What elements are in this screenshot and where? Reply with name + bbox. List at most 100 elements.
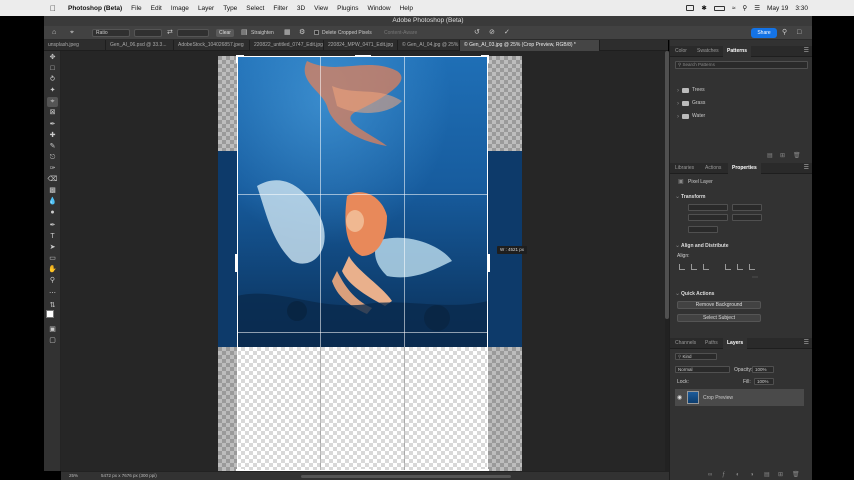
clone-stamp-tool-icon[interactable]: ⎋	[47, 153, 58, 163]
rectangle-tool-icon[interactable]: ▭	[47, 254, 58, 264]
chevron-right-icon[interactable]: ›	[677, 101, 679, 107]
canvas-horizontal-scrollbar[interactable]	[301, 475, 511, 478]
tab-channels[interactable]: Channels	[675, 338, 696, 349]
chevron-down-icon[interactable]: ⌄	[675, 243, 680, 249]
crop-handle-right[interactable]	[488, 254, 490, 272]
transform-angle-field[interactable]	[688, 226, 718, 233]
menu-layer[interactable]: Layer	[198, 5, 214, 12]
reset-icon[interactable]: ↺	[474, 29, 480, 37]
ratio-height-field[interactable]	[177, 29, 209, 37]
swap-icon[interactable]: ⇄	[167, 29, 173, 37]
menubar-date[interactable]: May 19	[767, 5, 788, 12]
delete-cropped-checkbox[interactable]	[314, 30, 319, 35]
tab-properties[interactable]: Properties	[728, 163, 761, 174]
battery-icon[interactable]	[713, 5, 725, 11]
delete-layer-icon[interactable]: 🗑	[792, 472, 800, 478]
content-aware-label[interactable]: Content-Aware	[384, 30, 417, 36]
crop-handle-left[interactable]	[235, 254, 237, 272]
frame-tool-icon[interactable]: ⊠	[47, 108, 58, 118]
tab-patterns[interactable]: Patterns	[723, 46, 752, 57]
pen-tool-icon[interactable]: ✒	[47, 221, 58, 231]
quick-mask-icon[interactable]: ▣	[47, 325, 58, 335]
search-icon[interactable]: ⚲	[782, 29, 787, 37]
foreground-color-swatch[interactable]	[46, 310, 54, 318]
cancel-icon[interactable]: ⊘	[489, 29, 495, 37]
delete-icon[interactable]: 🗑	[793, 153, 801, 159]
menu-3d[interactable]: 3D	[297, 5, 305, 12]
tab-libraries[interactable]: Libraries	[675, 163, 694, 174]
menubar-time[interactable]: 3:30	[795, 5, 808, 12]
menu-window[interactable]: Window	[367, 5, 390, 12]
commit-check-icon[interactable]: ✓	[504, 29, 510, 37]
brush-tool-icon[interactable]: ✎	[47, 142, 58, 152]
chevron-down-icon[interactable]: ⌄	[675, 194, 680, 200]
bluetooth-icon[interactable]: ✱	[701, 4, 706, 12]
move-tool-icon[interactable]: ✥	[47, 53, 58, 63]
control-center-icon[interactable]: ☰	[754, 4, 760, 12]
transform-height-field[interactable]	[688, 214, 728, 221]
app-menu[interactable]: Photoshop (Beta)	[68, 5, 122, 12]
healing-brush-tool-icon[interactable]: ✚	[47, 131, 58, 141]
crop-handle-top-left[interactable]	[236, 55, 238, 63]
hand-tool-icon[interactable]: ✋	[47, 265, 58, 275]
object-select-tool-icon[interactable]: ✦	[47, 86, 58, 96]
menu-plugins[interactable]: Plugins	[337, 5, 358, 12]
transform-heading[interactable]: Transform	[681, 194, 705, 200]
overlay-grid-icon[interactable]: ▦	[284, 29, 291, 37]
history-brush-tool-icon[interactable]: ✑	[47, 164, 58, 174]
layer-filter-dropdown[interactable]: ⚲ Kind	[675, 353, 717, 360]
fill-field[interactable]: 100%	[754, 378, 774, 385]
adjustment-layer-icon[interactable]: ◑	[750, 472, 754, 478]
transform-width-field[interactable]	[688, 204, 728, 211]
align-bottom-icon[interactable]	[749, 264, 755, 270]
more-tools-icon[interactable]: ⋯	[47, 289, 58, 299]
ratio-width-field[interactable]	[134, 29, 162, 37]
eyedropper-tool-icon[interactable]: ✒	[47, 120, 58, 130]
path-selection-tool-icon[interactable]: ➤	[47, 243, 58, 253]
lasso-tool-icon[interactable]: ⥁	[47, 75, 58, 85]
apple-menu-icon[interactable]: 	[50, 4, 60, 13]
tab-layers[interactable]: Layers	[723, 338, 748, 349]
crop-tool-icon[interactable]: ⌖	[70, 29, 74, 37]
align-distribute-heading[interactable]: Align and Distribute	[681, 243, 729, 249]
dodge-tool-icon[interactable]: ●	[47, 208, 58, 218]
screen-record-icon[interactable]	[686, 5, 695, 11]
menu-image[interactable]: Image	[171, 5, 189, 12]
chevron-down-icon[interactable]: ⌄	[675, 291, 680, 297]
eraser-tool-icon[interactable]: ⌫	[47, 175, 58, 185]
visibility-eye-icon[interactable]: ◉	[677, 395, 682, 401]
menu-file[interactable]: File	[131, 5, 141, 12]
share-button[interactable]: Share	[751, 28, 777, 38]
new-group-icon[interactable]: ▤	[767, 153, 773, 159]
zoom-level[interactable]: 25%	[69, 473, 78, 478]
ratio-dropdown[interactable]: Ratio	[92, 29, 130, 37]
transform-x-field[interactable]	[732, 204, 762, 211]
layer-name[interactable]: Crop Preview	[703, 395, 733, 401]
opacity-field[interactable]: 100%	[752, 366, 774, 373]
align-right-icon[interactable]	[703, 264, 709, 270]
type-tool-icon[interactable]: T	[47, 232, 58, 242]
tab-actions[interactable]: Actions	[705, 163, 721, 174]
align-middle-icon[interactable]	[737, 264, 743, 270]
tab-gen-ai-03[interactable]: © Gen_AI_03.jpg @ 25% (Crop Preview, RGB…	[460, 40, 600, 51]
panel-menu-icon[interactable]: ☰	[804, 46, 809, 57]
menu-filter[interactable]: Filter	[273, 5, 287, 12]
pattern-group-grass[interactable]: Grass	[692, 100, 705, 106]
link-layers-icon[interactable]: ∞	[708, 472, 712, 478]
new-group-icon[interactable]: ▤	[764, 472, 770, 478]
crop-tool-icon[interactable]: ⌖	[47, 97, 58, 107]
crop-handle-top[interactable]	[355, 55, 371, 57]
align-top-icon[interactable]	[725, 264, 731, 270]
tab-gen-ai-06[interactable]: Gen_AI_06.psd @ 33.3...	[106, 40, 174, 51]
align-center-icon[interactable]	[691, 264, 697, 270]
transform-y-field[interactable]	[732, 214, 762, 221]
quick-actions-heading[interactable]: Quick Actions	[681, 291, 714, 297]
tab-swatches[interactable]: Swatches	[697, 46, 719, 57]
tab-adobestock[interactable]: AdobeStock_104026857.jpeg	[174, 40, 250, 51]
tab-gen-ai-04[interactable]: © Gen_AI_04.jpg @ 25%	[398, 40, 460, 51]
menu-view[interactable]: View	[314, 5, 328, 12]
new-layer-icon[interactable]: ⊞	[778, 472, 783, 478]
marquee-tool-icon[interactable]: □	[47, 64, 58, 74]
straighten-icon[interactable]: ▤	[241, 29, 248, 37]
fx-icon[interactable]: ƒ	[722, 472, 725, 478]
